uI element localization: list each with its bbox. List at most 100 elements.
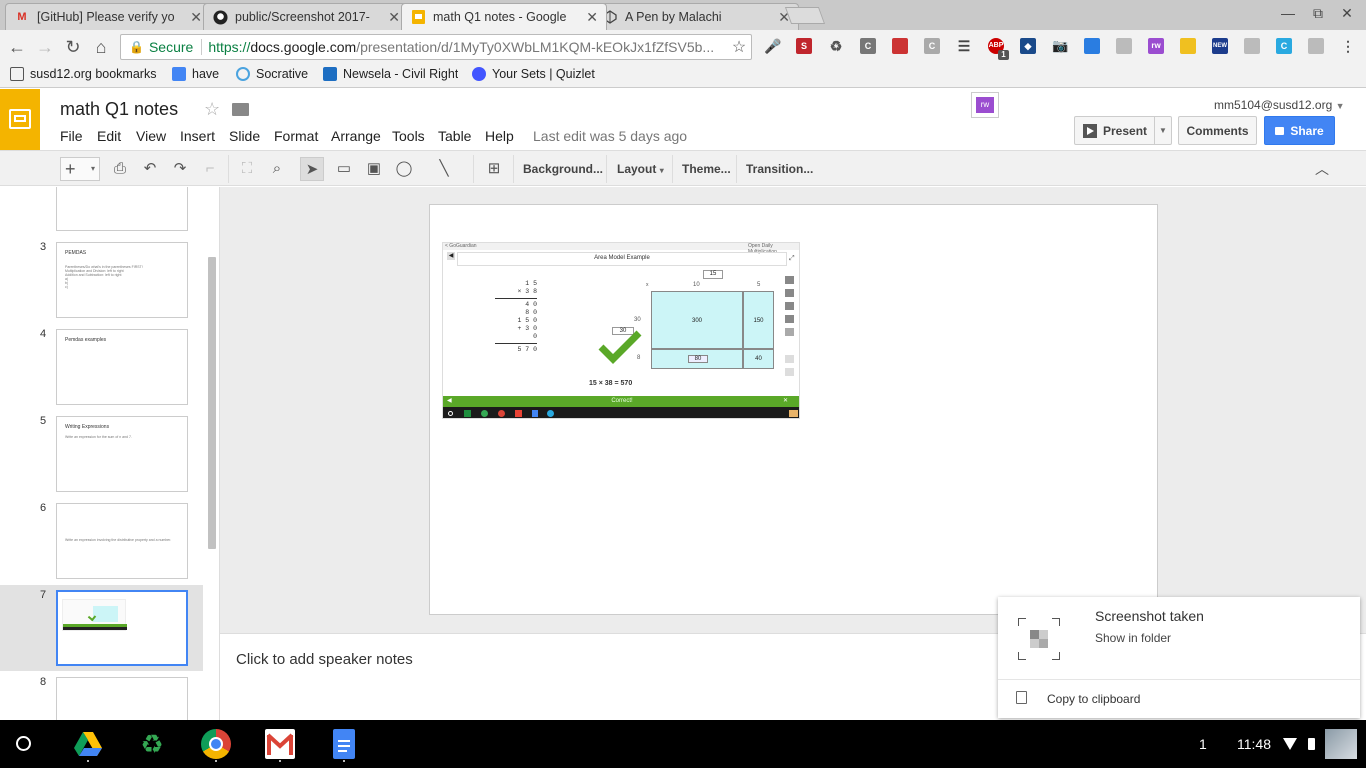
menu-help[interactable]: Help bbox=[485, 128, 514, 144]
notification-count[interactable]: 1 bbox=[1199, 736, 1207, 752]
layout-button[interactable]: Layout ▾ bbox=[617, 162, 664, 176]
bookmark-newsela[interactable]: Newsela - Civil Rights bbox=[323, 67, 458, 81]
menu-table[interactable]: Table bbox=[438, 128, 471, 144]
share-button[interactable]: Share bbox=[1264, 116, 1335, 145]
speaker-notes-placeholder[interactable]: Click to add speaker notes bbox=[236, 651, 413, 668]
menu-dots-icon[interactable]: ⋮ bbox=[1340, 38, 1356, 54]
current-slide[interactable]: < GoGuardian Open Daily Multiplication ◀… bbox=[429, 204, 1158, 615]
redo-icon[interactable]: ↷ bbox=[168, 157, 192, 181]
menu-slide[interactable]: Slide bbox=[229, 128, 260, 144]
ext-highlighter-icon[interactable] bbox=[1180, 38, 1196, 54]
ext-book-icon[interactable] bbox=[892, 38, 908, 54]
tab-slides[interactable]: math Q1 notes - Google ✕ bbox=[401, 3, 607, 30]
battery-icon[interactable] bbox=[1308, 738, 1315, 750]
folder-icon[interactable] bbox=[232, 103, 249, 116]
last-edit-link[interactable]: Last edit was 5 days ago bbox=[533, 128, 687, 144]
close-window-icon[interactable]: ✕ bbox=[1337, 5, 1357, 22]
readwrite-icon[interactable]: rw bbox=[1148, 38, 1164, 54]
fit-icon[interactable]: ⛶ bbox=[235, 157, 259, 181]
bookmark-folder-susd12[interactable]: susd12.org bookmarks bbox=[10, 67, 156, 81]
star-icon[interactable]: ☆ bbox=[204, 99, 220, 120]
theme-button[interactable]: Theme... bbox=[682, 162, 731, 176]
home-icon[interactable]: ⌂ bbox=[90, 36, 112, 58]
ext-puzzle-icon[interactable] bbox=[1244, 38, 1260, 54]
document-title[interactable]: math Q1 notes bbox=[60, 99, 178, 120]
line-icon[interactable]: ╲ bbox=[432, 157, 456, 181]
reload-icon[interactable]: ↻ bbox=[62, 36, 84, 58]
present-button[interactable]: Present ▼ bbox=[1074, 116, 1172, 145]
bookmark-have[interactable]: have bbox=[172, 67, 219, 81]
tab-github[interactable]: public/Screenshot 2017- ✕ bbox=[203, 3, 409, 30]
paint-format-icon[interactable]: ⌐ bbox=[198, 157, 222, 181]
clock[interactable]: 11:48 bbox=[1237, 736, 1271, 752]
transition-button[interactable]: Transition... bbox=[746, 162, 813, 176]
close-tab-icon[interactable]: ✕ bbox=[586, 9, 598, 26]
slide-thumbnail-6[interactable]: Write an expression involving the distri… bbox=[56, 503, 188, 579]
slides-logo-icon[interactable] bbox=[0, 89, 40, 150]
menu-file[interactable]: File bbox=[60, 128, 83, 144]
slide-thumbnail[interactable] bbox=[56, 187, 188, 231]
print-icon[interactable]: ⎙ bbox=[108, 157, 132, 181]
tab-codepen[interactable]: A Pen by Malachi ✕ bbox=[593, 3, 799, 30]
bookmark-socrative[interactable]: Socrative bbox=[236, 67, 308, 81]
docs-app-icon[interactable] bbox=[333, 729, 355, 759]
ext-s-icon[interactable]: S bbox=[796, 38, 812, 54]
camera-icon[interactable]: 📷 bbox=[1052, 38, 1068, 54]
ext-c-icon[interactable]: C bbox=[860, 38, 876, 54]
ext-new-icon[interactable]: NEW bbox=[1212, 38, 1228, 54]
ext-diamond-icon[interactable]: ◆ bbox=[1020, 38, 1036, 54]
slide-thumbnail-3[interactable]: PEMDAS Parentheses/Do what's in the pare… bbox=[56, 242, 188, 318]
menu-format[interactable]: Format bbox=[274, 128, 318, 144]
menu-arrange[interactable]: Arrange bbox=[331, 128, 381, 144]
menu-view[interactable]: View bbox=[136, 128, 166, 144]
drive-icon[interactable] bbox=[73, 729, 103, 759]
launcher-icon[interactable] bbox=[16, 736, 31, 751]
menu-tools[interactable]: Tools bbox=[392, 128, 425, 144]
slide-thumbnail-8[interactable] bbox=[56, 677, 188, 720]
bookmark-quizlet[interactable]: Your Sets | Quizlet bbox=[472, 67, 595, 81]
avatar[interactable] bbox=[1325, 729, 1357, 759]
close-tab-icon[interactable]: ✕ bbox=[190, 9, 202, 26]
microphone-icon[interactable]: 🎤 bbox=[764, 38, 781, 54]
recycle-app-icon[interactable]: ♻ bbox=[137, 729, 167, 759]
restore-icon[interactable]: ⧉ bbox=[1308, 5, 1328, 22]
readwrite-toolbar-button[interactable]: rw bbox=[971, 92, 999, 118]
bookmark-star-icon[interactable]: ☆ bbox=[727, 37, 751, 57]
zoom-icon[interactable]: ⌕ bbox=[265, 157, 289, 181]
chrome-icon[interactable] bbox=[201, 729, 231, 759]
ext-pen-icon[interactable] bbox=[1116, 38, 1132, 54]
image-icon[interactable]: ▣ bbox=[362, 157, 386, 181]
minimize-icon[interactable]: — bbox=[1278, 5, 1298, 21]
slide-thumbnail-4[interactable]: Pemdas examples bbox=[56, 329, 188, 405]
back-icon[interactable]: ← bbox=[6, 36, 28, 58]
address-bar[interactable]: 🔒 Secure https://docs.google.com/present… bbox=[120, 34, 752, 60]
ext-c-blue-icon[interactable]: C bbox=[1276, 38, 1292, 54]
slide-thumbnail-5[interactable]: Writing Expressions Write an expression … bbox=[56, 416, 188, 492]
new-tab-button[interactable] bbox=[784, 7, 826, 24]
ext-gray-icon[interactable] bbox=[1308, 38, 1324, 54]
ext-c-gray-icon[interactable]: C bbox=[924, 38, 940, 54]
ext-drive-icon[interactable] bbox=[1084, 38, 1100, 54]
recycle-icon[interactable]: ♻ bbox=[828, 38, 844, 54]
comment-add-icon[interactable]: ⊞ bbox=[482, 157, 506, 181]
select-cursor-icon[interactable]: ➤ bbox=[300, 157, 324, 181]
show-in-folder-link[interactable]: Show in folder bbox=[1095, 631, 1171, 645]
copy-to-clipboard-button[interactable]: Copy to clipboard bbox=[1047, 692, 1140, 706]
collapse-icon[interactable]: ︿ bbox=[1310, 157, 1334, 181]
shape-icon[interactable]: ◯ bbox=[392, 157, 416, 181]
slide-thumbnail-7[interactable] bbox=[56, 590, 188, 666]
background-button[interactable]: Background... bbox=[523, 162, 603, 176]
list-icon[interactable]: ☰ bbox=[956, 38, 972, 54]
menu-edit[interactable]: Edit bbox=[97, 128, 121, 144]
close-tab-icon[interactable]: ✕ bbox=[388, 9, 400, 26]
comments-button[interactable]: Comments bbox=[1178, 116, 1257, 145]
embedded-screenshot[interactable]: < GoGuardian Open Daily Multiplication ◀… bbox=[442, 242, 800, 419]
filmstrip-scrollbar[interactable] bbox=[208, 257, 216, 549]
new-slide-button[interactable]: + ▾ bbox=[60, 157, 100, 181]
text-box-icon[interactable]: ▭ bbox=[332, 157, 356, 181]
wifi-icon[interactable] bbox=[1283, 738, 1297, 750]
tab-gmail[interactable]: M [GitHub] Please verify yo ✕ bbox=[5, 3, 211, 30]
menu-insert[interactable]: Insert bbox=[180, 128, 215, 144]
screenshot-notification[interactable]: Screenshot taken Show in folder Copy to … bbox=[998, 597, 1360, 718]
account-switcher[interactable]: mm5104@susd12.org ▼ bbox=[1214, 98, 1345, 112]
